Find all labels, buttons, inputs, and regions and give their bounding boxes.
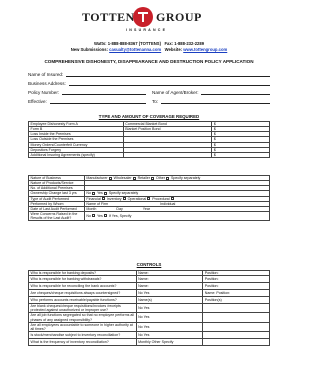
procedural-checkbox[interactable] xyxy=(170,197,174,201)
wholesaler-checkbox[interactable] xyxy=(132,176,136,180)
concerns-no-checkbox[interactable] xyxy=(92,214,96,218)
controls-cell-a[interactable]: No Yes xyxy=(135,289,204,298)
address-label: Business Address: xyxy=(28,81,66,86)
totten-logo: TOTTEN GROUP INSURANCE xyxy=(82,7,216,35)
concerns-label: Were Concerns Raised in the Results of t… xyxy=(28,210,85,222)
address-row: Business Address: xyxy=(28,81,270,87)
coverage-row: Additional Insuring Agreements (specify)… xyxy=(28,151,270,158)
phone-number: Watts: 1-888-888-8367 (TOTTENS) xyxy=(93,41,161,46)
coverage-cell-a: Additional Insuring Agreements (specify) xyxy=(28,151,124,158)
controls-cell-a[interactable]: No Yes xyxy=(135,330,204,339)
controls-cell-b[interactable]: Position(s) xyxy=(202,296,270,305)
controls-cell-a[interactable]: Name(s) xyxy=(135,296,204,305)
controls-cell-a[interactable]: No Yes xyxy=(135,321,204,332)
financial-checkbox[interactable] xyxy=(101,197,105,201)
controls-row: Is stock/merchandise subject to inventor… xyxy=(28,330,270,339)
controls-cell-q: Are blank cheques/cheque requisitions/in… xyxy=(28,303,137,314)
concerns-yes-checkbox[interactable] xyxy=(103,214,107,218)
logo-word-right: GROUP xyxy=(156,10,202,24)
business-table: Nature of Business Manufacturer Wholesal… xyxy=(28,174,271,222)
inventory-checkbox[interactable] xyxy=(122,197,126,201)
coverage-cell-c[interactable]: $ xyxy=(211,151,270,158)
address-input[interactable] xyxy=(68,81,270,87)
policy-number-input[interactable] xyxy=(62,90,146,96)
to-label: To: xyxy=(152,99,159,104)
controls-cell-q: Are cheques/cheque requisitions always c… xyxy=(28,289,137,298)
controls-row: Who performs accounts receivable/payable… xyxy=(28,296,270,305)
logo-seal-icon xyxy=(133,7,153,27)
controls-cell-a[interactable]: No Yes xyxy=(135,303,204,314)
submissions-email-link[interactable]: casualty@tottenanna.com xyxy=(109,47,161,52)
controls-cell-b[interactable]: Name: Position: xyxy=(202,289,270,298)
controls-cell-q: What is the frequency of inventory recon… xyxy=(28,337,137,346)
ownership-label: Ownership Change last 3 yrs xyxy=(28,190,85,197)
controls-row: Who is responsible for reconciling the b… xyxy=(28,282,270,291)
effective-input[interactable] xyxy=(49,99,146,105)
submissions-label: New Submissions: xyxy=(70,47,108,52)
controls-row: Are all employees accountable to someone… xyxy=(28,321,270,332)
policy-number-label: Policy Number: xyxy=(28,90,60,95)
controls-table: Who is responsible for banking deposits?… xyxy=(28,269,270,346)
coverage-heading: TYPE AND AMOUNT OF COVERAGE REQUIRED xyxy=(98,114,200,119)
ownership-no-checkbox[interactable] xyxy=(92,191,96,195)
controls-cell-q: Are all job functions segregated so that… xyxy=(28,312,137,323)
website-link[interactable]: www.tottengroup.com xyxy=(183,47,227,52)
form-title: COMPREHENSIVE DISHONESTY, DISAPPEARANCE … xyxy=(44,59,254,64)
to-input[interactable] xyxy=(161,99,270,105)
controls-row: What is the frequency of inventory recon… xyxy=(28,337,270,346)
manufacturer-checkbox[interactable] xyxy=(108,176,112,180)
controls-heading: CONTROLS xyxy=(136,262,162,267)
effective-row: Effective: To: xyxy=(28,99,270,105)
concerns-options: No Yes If Yes, Specify xyxy=(83,210,271,222)
logo-word-left: TOTTEN xyxy=(82,10,135,24)
controls-cell-a[interactable]: Name: xyxy=(135,275,204,284)
effective-label: Effective: xyxy=(28,99,47,104)
controls-cell-b[interactable] xyxy=(202,321,270,332)
controls-cell-q: Who performs accounts receivable/payable… xyxy=(28,296,137,305)
controls-cell-b[interactable]: Position: xyxy=(202,275,270,284)
agent-input[interactable] xyxy=(201,90,270,96)
controls-cell-b[interactable] xyxy=(202,303,270,314)
logo-subtitle: INSURANCE xyxy=(126,28,168,32)
controls-cell-b[interactable] xyxy=(202,330,270,339)
controls-cell-q: Who is responsible for reconciling the b… xyxy=(28,282,137,291)
ownership-yes-checkbox[interactable] xyxy=(103,191,107,195)
coverage-cell-b xyxy=(122,151,213,158)
controls-cell-q: Is stock/merchandise subject to inventor… xyxy=(28,330,137,339)
controls-cell-b[interactable]: Position: xyxy=(202,282,270,291)
operational-checkbox[interactable] xyxy=(147,197,151,201)
other-checkbox[interactable] xyxy=(165,176,169,180)
controls-row: Who is responsible for banking withdrawa… xyxy=(28,275,270,284)
fax-number: Fax: 1-888-232-2289 xyxy=(164,41,205,46)
controls-row: Are all job functions segregated so that… xyxy=(28,312,270,323)
application-form: TOTTEN GROUP INSURANCE Watts: 1-888-888-… xyxy=(0,0,298,386)
insured-input[interactable] xyxy=(66,72,270,78)
controls-cell-a[interactable]: No Yes xyxy=(135,312,204,323)
controls-cell-b[interactable] xyxy=(202,312,270,323)
insured-row: Name of Insured: xyxy=(28,72,270,78)
policy-agent-row: Policy Number: Name of Agent/Broker: xyxy=(28,90,270,96)
audit-date-label: Date of Last Audit Performed xyxy=(28,205,85,212)
controls-cell-a[interactable]: Name: xyxy=(135,282,204,291)
controls-row: Are cheques/cheque requisitions always c… xyxy=(28,289,270,298)
controls-cell-a[interactable]: Monthly Other Specify xyxy=(135,337,204,346)
controls-cell-q: Who is responsible for banking withdrawa… xyxy=(28,275,137,284)
controls-cell-q: Are all employees accountable to someone… xyxy=(28,321,137,332)
retailer-checkbox[interactable] xyxy=(150,176,154,180)
contact-web-line: New Submissions: casualty@tottenanna.com… xyxy=(28,47,270,53)
insured-label: Name of Insured: xyxy=(28,72,64,77)
controls-row: Are blank cheques/cheque requisitions/in… xyxy=(28,303,270,314)
agent-label: Name of Agent/Broker: xyxy=(152,90,199,95)
controls-cell-b[interactable] xyxy=(202,337,270,346)
website-label: Website: xyxy=(164,47,183,52)
coverage-table: Employee Dishonesty Form A Commercial Bla… xyxy=(28,120,270,158)
